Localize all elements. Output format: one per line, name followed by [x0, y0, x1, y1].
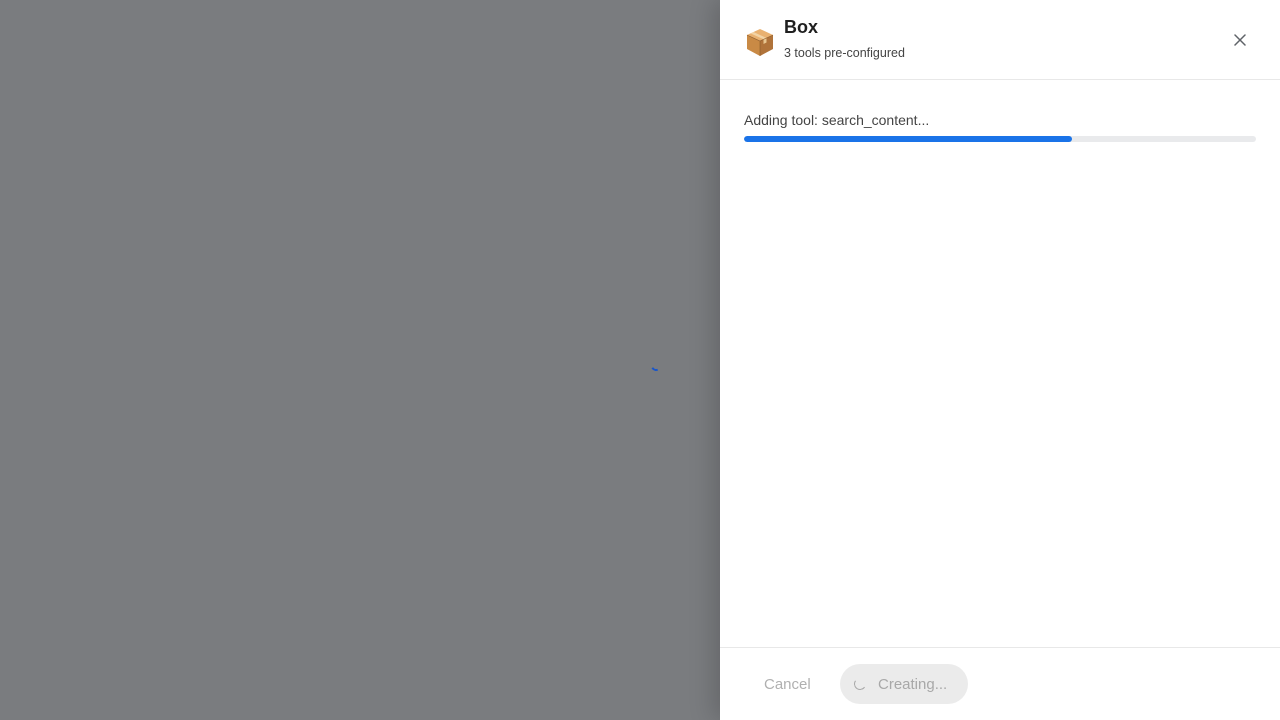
progress-bar	[744, 136, 1256, 142]
cancel-button[interactable]: Cancel	[744, 664, 831, 704]
button-spinner-icon	[853, 677, 867, 691]
progress-status-text: Adding tool: search_content...	[744, 112, 930, 128]
close-icon	[1234, 34, 1246, 46]
package-box-icon	[746, 29, 774, 56]
close-button[interactable]	[1228, 28, 1252, 52]
create-button-label: Creating...	[878, 675, 948, 693]
drawer-header: Box 3 tools pre-configured	[720, 0, 1280, 80]
loading-spinner-icon	[649, 359, 663, 373]
progress-bar-fill	[744, 136, 1072, 142]
app-subtitle: 3 tools pre-configured	[784, 46, 905, 60]
tool-setup-drawer: Box 3 tools pre-configured Adding tool: …	[720, 0, 1280, 720]
create-button[interactable]: Creating...	[840, 664, 968, 704]
app-title: Box	[784, 17, 819, 37]
drawer-footer: Cancel Creating...	[720, 647, 1280, 720]
